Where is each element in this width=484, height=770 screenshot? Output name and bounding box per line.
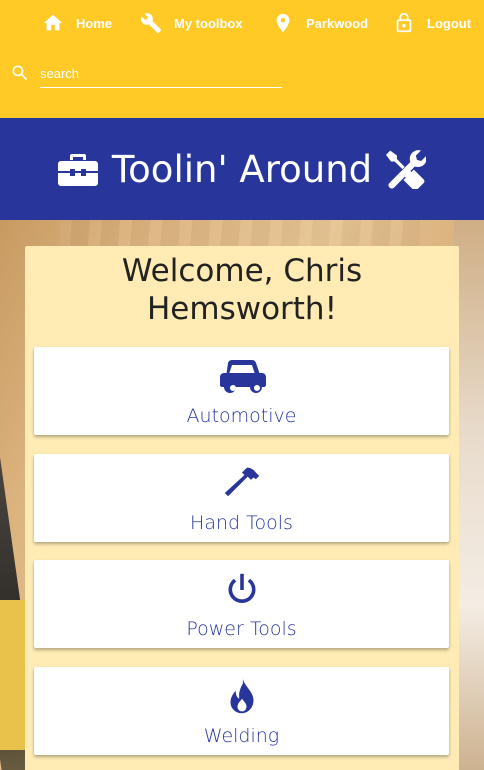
nav-home-label: Home: [76, 15, 113, 31]
home-icon: [43, 14, 63, 31]
car-icon: [34, 359, 449, 395]
welcome-heading: Welcome, Chris Hemsworth!: [121, 253, 363, 327]
wrench-icon: [140, 13, 162, 34]
category-card-power-tools[interactable]: Power Tools: [34, 560, 449, 648]
category-card-welding[interactable]: Welding: [34, 667, 449, 755]
brand-banner: Toolin' Around: [0, 118, 484, 220]
brand-title: Toolin' Around: [111, 147, 373, 191]
power-icon: [34, 572, 449, 608]
nav-location-link[interactable]: Parkwood: [272, 11, 368, 35]
category-card-automotive[interactable]: Automotive: [34, 347, 449, 435]
flame-icon: [34, 679, 449, 715]
category-label: Power Tools: [186, 618, 297, 640]
lock-icon: [396, 12, 412, 33]
nav-toolbox-label: My toolbox: [174, 15, 243, 31]
hammer-icon: [34, 466, 449, 502]
nav-logout-label: Logout: [427, 15, 472, 31]
category-label: Welding: [203, 725, 280, 747]
tools-icon: [386, 150, 427, 189]
dashboard-panel: Welcome, Chris Hemsworth! Automotive Han…: [25, 246, 459, 770]
nav-logout-link[interactable]: Logout: [393, 11, 471, 35]
nav-toolbox-link[interactable]: My toolbox: [140, 11, 243, 35]
search-icon[interactable]: [10, 63, 30, 83]
search-input[interactable]: [40, 60, 282, 88]
nav-location-label: Parkwood: [306, 15, 369, 31]
category-label: Hand Tools: [190, 512, 293, 534]
category-card-hand-tools[interactable]: Hand Tools: [34, 454, 449, 542]
nav-home-link[interactable]: Home: [42, 11, 112, 35]
top-bar: Home My toolbox Parkwood Logout: [0, 0, 484, 118]
main-nav: Home My toolbox Parkwood Logout: [0, 0, 484, 46]
search-bar: [10, 60, 282, 90]
category-label: Automotive: [186, 405, 297, 427]
toolbox-icon: [57, 154, 98, 186]
location-pin-icon: [276, 13, 290, 33]
